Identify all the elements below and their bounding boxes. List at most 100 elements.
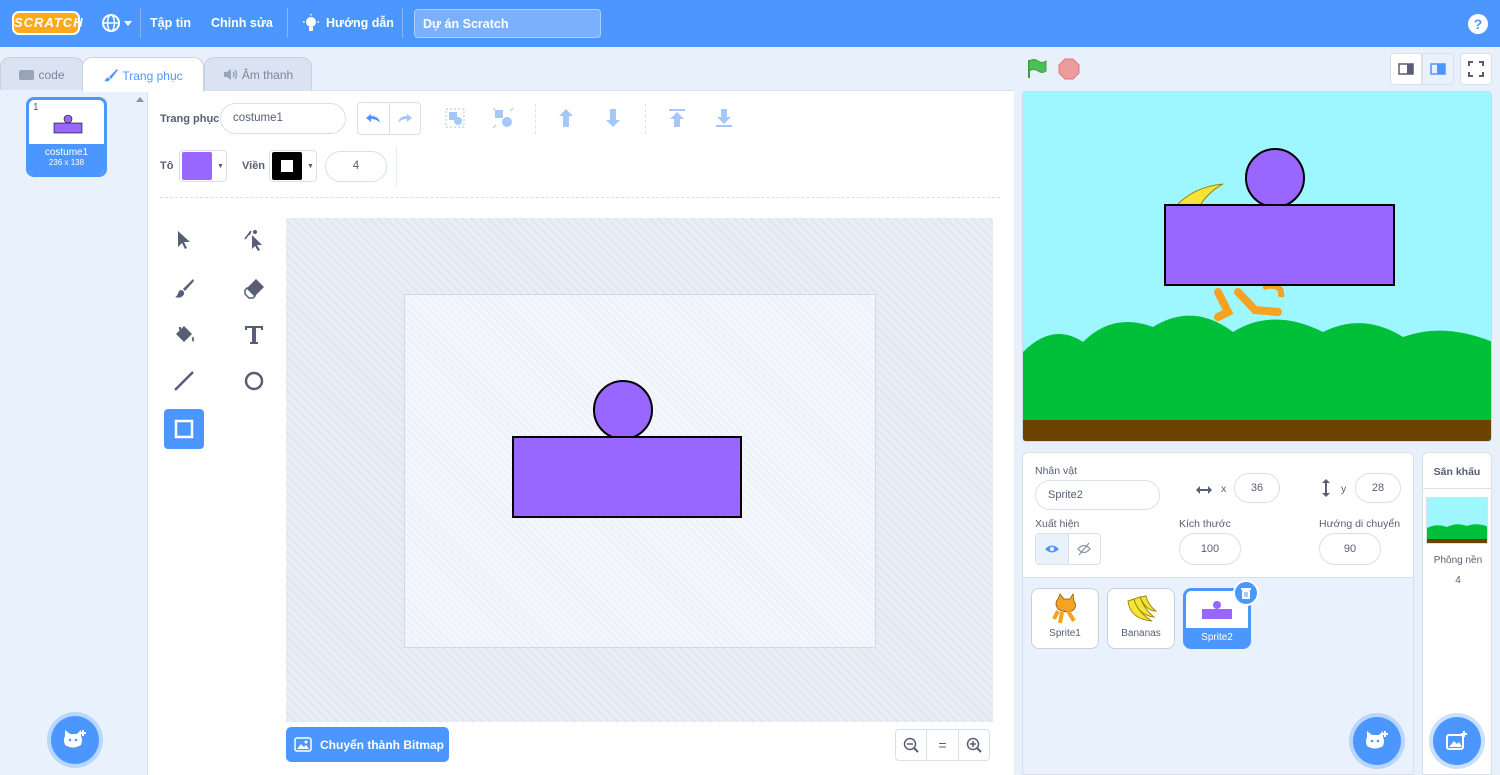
zoom-in-icon[interactable] (959, 730, 989, 760)
y-input[interactable]: 28 (1355, 473, 1401, 503)
front-icon[interactable] (666, 107, 688, 132)
text-tool[interactable] (234, 315, 274, 355)
rectangle-tool[interactable] (164, 409, 204, 449)
brush-tool[interactable] (164, 268, 204, 308)
x-label: x (1221, 483, 1227, 495)
zoom-out-icon[interactable] (896, 730, 928, 760)
tab-code-label: code (38, 68, 65, 82)
edit-menu[interactable]: Chỉnh sửa (211, 16, 273, 30)
fill-label: Tô (160, 160, 174, 172)
circle-tool[interactable] (234, 361, 274, 401)
tab-costumes-label: Trang phục (122, 69, 183, 83)
eraser-tool[interactable] (234, 268, 274, 308)
project-title-input[interactable]: Dự án Scratch (414, 9, 601, 38)
eye-icon[interactable] (1036, 534, 1069, 564)
convert-to-bitmap-label: Chuyển thành Bitmap (320, 738, 445, 752)
sprite2-thumbnail (1202, 601, 1232, 619)
help-button[interactable]: ? (1468, 14, 1488, 34)
menu-separator (287, 8, 288, 38)
select-tool[interactable] (164, 220, 204, 260)
paintbrush-icon (103, 68, 119, 85)
stage-size-controls (1390, 53, 1454, 85)
stage-pane-title: Sân khấu (1423, 453, 1491, 489)
fill-swatch (182, 152, 212, 180)
direction-label: Hướng di chuyển (1319, 518, 1401, 530)
large-stage-button[interactable] (1422, 53, 1454, 85)
chevron-down-icon: ▼ (217, 162, 224, 170)
choose-backdrop-button[interactable] (1433, 717, 1481, 765)
lightbulb-icon[interactable] (302, 14, 320, 34)
code-icon (19, 70, 35, 80)
backdrop-thumbnail[interactable] (1426, 497, 1488, 544)
stop-icon[interactable] (1058, 58, 1080, 80)
cat-add-icon (1366, 731, 1388, 749)
small-stage-button[interactable] (1390, 53, 1422, 85)
undo-redo-group (357, 102, 421, 135)
outline-width-input[interactable]: 4 (325, 151, 387, 182)
costume-size: 236 x 138 (48, 158, 85, 167)
eye-hidden-icon[interactable] (1069, 534, 1101, 564)
sprite-tile[interactable]: Sprite1 (1031, 588, 1099, 649)
costume-name: costume1 (44, 147, 89, 158)
image-icon (294, 737, 312, 755)
costume-drawing (512, 380, 742, 518)
fill-color-picker[interactable]: ▼ (179, 150, 227, 182)
size-label: Kích thước (1179, 518, 1231, 530)
visibility-toggle (1035, 533, 1101, 565)
direction-input[interactable]: 90 (1319, 533, 1381, 565)
forward-icon[interactable] (555, 107, 577, 132)
line-tool[interactable] (164, 361, 204, 401)
size-input[interactable]: 100 (1179, 533, 1241, 565)
file-menu[interactable]: Tập tin (150, 16, 191, 30)
menu-separator (140, 8, 141, 38)
sprite-tile-label: Bananas (1121, 628, 1161, 639)
stage[interactable] (1022, 91, 1492, 442)
undo-icon[interactable] (358, 103, 390, 134)
costume-name-input[interactable]: costume1 (220, 103, 346, 134)
y-arrows-icon (1320, 478, 1332, 501)
costume-item[interactable]: 1 costume1 236 x 138 (26, 97, 107, 177)
toolbar-divider (160, 197, 1000, 198)
convert-to-bitmap-button[interactable]: Chuyển thành Bitmap (286, 727, 449, 762)
scratch-logo[interactable]: SCRATCH (12, 11, 83, 35)
delete-sprite-button[interactable] (1233, 580, 1259, 606)
cat-thumbnail (1052, 592, 1076, 624)
back-icon[interactable] (713, 107, 735, 132)
reshape-tool[interactable] (234, 220, 274, 260)
list-scroll-arrow[interactable] (136, 96, 144, 102)
sprite-info-panel: Nhân vật Sprite2 x 36 y 28 Xuất hiện Kíc… (1022, 452, 1414, 578)
group-icon[interactable] (444, 107, 466, 129)
backward-icon[interactable] (602, 107, 624, 132)
green-flag-icon[interactable] (1026, 58, 1048, 80)
image-add-icon (1446, 731, 1467, 750)
tab-costumes[interactable]: Trang phục (82, 57, 204, 92)
sprite-name-input[interactable]: Sprite2 (1035, 480, 1160, 510)
fullscreen-button[interactable] (1460, 53, 1492, 85)
tab-code[interactable]: code (0, 57, 84, 91)
tab-sounds[interactable]: Âm thanh (204, 57, 312, 91)
redo-icon[interactable] (390, 103, 421, 134)
tutorials-menu[interactable]: Hướng dẫn (326, 16, 394, 30)
toolbar-divider (535, 104, 536, 134)
drawing-canvas[interactable] (404, 294, 876, 648)
x-input[interactable]: 36 (1234, 473, 1280, 503)
backdrops-label: Phông nền (1433, 555, 1483, 566)
choose-costume-button[interactable] (51, 716, 99, 764)
sprite-tile-label: Sprite1 (1049, 628, 1081, 639)
zoom-reset-button[interactable]: = (927, 730, 959, 760)
outline-swatch (272, 152, 302, 180)
fill-tool[interactable] (164, 315, 204, 355)
x-arrows-icon (1195, 484, 1213, 499)
sprite-tile-label: Sprite2 (1186, 628, 1248, 646)
ungroup-icon[interactable] (492, 107, 514, 129)
toolbar-divider (396, 146, 397, 186)
bananas-thumbnail (1127, 595, 1158, 622)
costume-list (0, 90, 148, 775)
language-globe-icon[interactable] (100, 12, 134, 34)
choose-sprite-button[interactable] (1353, 717, 1401, 765)
sprite-tile[interactable]: Bananas (1107, 588, 1175, 649)
trash-icon (1241, 587, 1251, 599)
outline-color-picker[interactable]: ▼ (269, 150, 317, 182)
tab-sounds-label: Âm thanh (241, 68, 294, 82)
backdrops-count: 4 (1455, 575, 1461, 586)
